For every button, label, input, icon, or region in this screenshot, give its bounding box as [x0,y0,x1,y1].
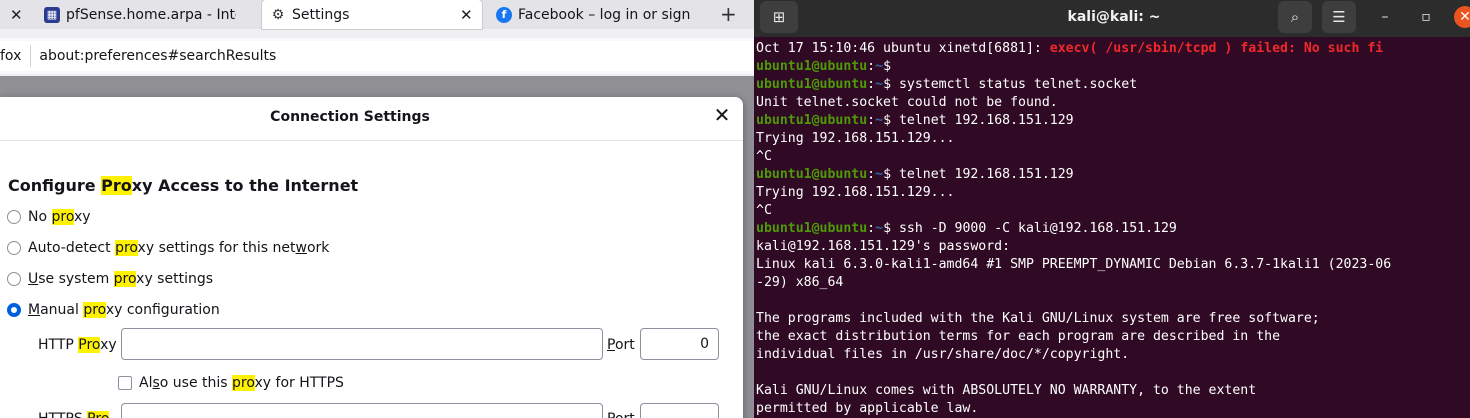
pfsense-icon: ▦ [44,6,60,23]
tab-settings[interactable]: ⚙ Settings ✕ [262,0,482,29]
terminal-line: individual files in /usr/share/doc/*/cop… [756,347,1130,362]
url-bar[interactable]: fox about:preferences#searchResults [0,41,754,71]
window-title: kali@kali: ~ [1067,9,1161,25]
identity-label[interactable]: fox [0,45,32,67]
connection-settings-dialog: Connection Settings ✕ Configure Proxy Ac… [0,97,743,418]
terminal-line: ubuntu1@ubuntu:~$ telnet 192.168.151.129 [756,113,1074,128]
tab-label: Settings [292,6,350,23]
radio-button-selected[interactable] [7,303,21,317]
terminal-line: ^C [756,149,772,164]
search-highlight: pro [51,209,74,225]
terminal-window: ⊞ kali@kali: ~ ⌕ ☰ – ▫ ✕ Oct 17 15:10:46… [754,0,1470,418]
radio-label: Manual proxy configuration [28,302,220,318]
http-proxy-input[interactable] [121,328,603,360]
terminal-line: the exact distribution terms for each pr… [756,329,1281,344]
terminal-line: ubuntu1@ubuntu:~$ telnet 192.168.151.129 [756,167,1074,182]
https-port-input[interactable] [640,403,719,418]
close-icon[interactable]: ✕ [1454,6,1470,28]
dialog-close-icon[interactable]: ✕ [712,105,732,125]
divider [0,140,743,141]
terminal-titlebar: ⊞ kali@kali: ~ ⌕ ☰ – ▫ ✕ [754,0,1470,37]
radio-button[interactable] [7,241,21,255]
terminal-line: The programs included with the Kali GNU/… [756,311,1320,326]
section-heading: Configure Proxy Access to the Internet [8,176,358,195]
radio-manual-proxy[interactable]: Manual proxy configuration [7,302,220,318]
radio-button[interactable] [7,272,21,286]
https-proxy-label: HTTPS Pro [38,411,110,418]
tab-pfsense[interactable]: ▦ pfSense.home.arpa - Inte [30,0,258,29]
search-highlight: pro [115,240,138,256]
close-icon[interactable]: ✕ [10,6,23,24]
tab-facebook[interactable]: f Facebook – log in or sign [488,0,714,29]
tab-close-prev[interactable]: ✕ [0,0,32,29]
terminal-line: Linux kali 6.3.0-kali1-amd64 #1 SMP PREE… [756,257,1392,272]
terminal-line: ubuntu1@ubuntu:~$ systemctl status telne… [756,77,1138,92]
search-highlight: pro [113,271,137,287]
https-proxy-input[interactable] [121,403,603,418]
terminal-line: -29) x86_64 [756,275,844,290]
terminal-line: kali@192.168.151.129's password: [756,239,1011,254]
heading-text: Configure [8,176,102,195]
terminal-line: ubuntu1@ubuntu:~$ [756,59,899,74]
checkbox-label: Also use this proxy for HTTPS [139,375,344,391]
radio-label: Use system proxy settings [28,271,214,287]
http-port-input[interactable]: 0 [640,328,719,360]
heading-text: xy Access to the Internet [131,176,359,195]
new-tab-button[interactable]: + [720,2,737,26]
url-text[interactable]: about:preferences#searchResults [31,48,276,64]
search-highlight: Pro [78,337,101,353]
terminal-line: Kali GNU/Linux comes with ABSOLUTELY NO … [756,383,1257,398]
navigation-toolbar: fox about:preferences#searchResults [0,38,754,74]
radio-no-proxy[interactable]: No proxy [7,209,91,225]
search-highlight: pro [83,302,106,318]
radio-label: No proxy [28,209,91,225]
terminal-line: Trying 192.168.151.129... [756,131,955,146]
dialog-title: Connection Settings [270,109,430,125]
facebook-icon: f [496,6,512,23]
terminal-output[interactable]: Oct 17 15:10:46 ubuntu xinetd[6881]: exe… [756,40,1470,418]
search-highlight: Pro [101,176,132,195]
firefox-window: ✕ ▦ pfSense.home.arpa - Inte ⚙ Settings … [0,0,754,418]
terminal-line: Oct 17 15:10:46 ubuntu xinetd[6881]: exe… [756,41,1384,56]
checkbox[interactable] [118,376,132,390]
gear-icon: ⚙ [271,6,285,23]
search-icon[interactable]: ⌕ [1278,1,1312,33]
terminal-line: permitted by applicable law. [756,401,979,416]
maximize-icon[interactable]: ▫ [1415,6,1437,28]
https-port-label: Port [607,411,635,418]
port-label: Port [607,337,635,353]
tab-label: Facebook – log in or sign [518,6,691,23]
radio-auto-detect-proxy[interactable]: Auto-detect proxy settings for this netw… [7,240,329,256]
terminal-line: ubuntu1@ubuntu:~$ ssh -D 9000 -C kali@19… [756,221,1177,236]
http-proxy-label: HTTP Proxy [38,337,117,353]
terminal-line: ^C [756,203,772,218]
minimize-icon[interactable]: – [1374,6,1396,28]
terminal-line: Unit telnet.socket could not be found. [756,95,1058,110]
new-tab-icon[interactable]: ⊞ [760,1,798,33]
tab-bar: ✕ ▦ pfSense.home.arpa - Inte ⚙ Settings … [0,0,754,29]
also-use-for-https-checkbox[interactable]: Also use this proxy for HTTPS [118,375,344,391]
tab-label: pfSense.home.arpa - Inte [66,6,236,23]
radio-system-proxy[interactable]: Use system proxy settings [7,271,213,287]
menu-icon[interactable]: ☰ [1322,1,1356,33]
close-icon[interactable]: ✕ [460,6,473,24]
terminal-line: Trying 192.168.151.129... [756,185,955,200]
search-highlight: pro [232,375,255,391]
radio-label: Auto-detect proxy settings for this netw… [28,240,330,256]
radio-button[interactable] [7,210,21,224]
